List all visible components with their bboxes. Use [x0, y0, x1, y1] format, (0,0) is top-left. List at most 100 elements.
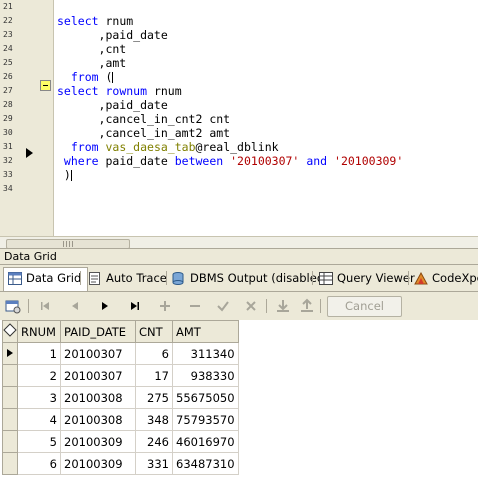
table-cell-amt[interactable]: 311340 [172, 342, 239, 365]
row-indicator[interactable] [2, 408, 18, 431]
post-edit-button[interactable] [214, 297, 232, 315]
row-indicator[interactable] [2, 342, 18, 365]
row-indicator[interactable] [2, 452, 18, 475]
table-cell-cnt[interactable]: 348 [135, 408, 173, 431]
table-cell-cnt[interactable]: 331 [135, 452, 173, 475]
tab-separator [408, 271, 409, 285]
table-cell-rnum[interactable]: 1 [17, 342, 61, 365]
code-line[interactable]: ,paid_date [57, 28, 168, 42]
table-cell-amt[interactable]: 63487310 [172, 452, 239, 475]
data-grid[interactable]: RNUM PAID_DATE CNT AMT 1 20100307 6 311340 2… [0, 320, 478, 485]
table-cell-paid-date[interactable]: 20100309 [60, 452, 136, 475]
code-line[interactable]: from ( [57, 70, 114, 84]
column-header-paid-date[interactable]: PAID_DATE [60, 320, 136, 343]
cancel-button[interactable]: Cancel [327, 296, 402, 317]
current-line-arrow-icon [26, 148, 33, 158]
tab-codexpert[interactable]: CodeXpert [410, 268, 478, 289]
code-token: from [57, 70, 99, 84]
column-header-cnt[interactable]: CNT [135, 320, 173, 343]
code-line[interactable]: where paid_date between '20100307' and '… [57, 154, 403, 168]
table-cell-rnum[interactable]: 2 [17, 364, 61, 387]
panel-title-bar: Data Grid [0, 248, 478, 265]
code-line[interactable]: ,cancel_in_cnt2 cnt [57, 112, 231, 126]
text-cursor [70, 170, 72, 181]
select-all-corner[interactable] [2, 320, 18, 343]
table-row[interactable]: 5 20100309 246 46016970 [2, 430, 239, 453]
first-record-button[interactable] [36, 297, 54, 315]
code-line[interactable]: ,cnt [57, 42, 127, 56]
table-row[interactable]: 2 20100307 17 938330 [2, 364, 239, 387]
table-cell-cnt[interactable]: 275 [135, 386, 173, 409]
last-record-icon [131, 302, 139, 310]
toolbar-separator [28, 299, 29, 313]
code-token: rownum [105, 84, 148, 98]
tab-label: Data Grid [26, 271, 82, 285]
table-row[interactable]: 1 20100307 6 311340 [2, 342, 239, 365]
table-cell-rnum[interactable]: 6 [17, 452, 61, 475]
line-number: 24 [3, 44, 13, 53]
import-button[interactable] [274, 297, 292, 315]
table-cell-rnum[interactable]: 5 [17, 430, 61, 453]
code-line[interactable]: ,amt [57, 56, 127, 70]
tab-dbms-output[interactable]: DBMS Output (disabled) [168, 268, 335, 289]
table-row[interactable]: 4 20100308 348 75793570 [2, 408, 239, 431]
row-indicator[interactable] [2, 364, 18, 387]
table-row[interactable]: 6 20100309 331 63487310 [2, 452, 239, 475]
cancel-edit-button[interactable] [242, 297, 260, 315]
code-line[interactable]: ,paid_date [57, 98, 168, 112]
tab-label: Auto Trace [106, 271, 167, 285]
table-cell-cnt[interactable]: 6 [135, 342, 173, 365]
fold-marker-icon[interactable] [40, 80, 51, 91]
grid-options-button[interactable] [4, 297, 22, 315]
table-cell-paid-date[interactable]: 20100309 [60, 430, 136, 453]
trace-icon [89, 272, 100, 285]
column-header-amt[interactable]: AMT [172, 320, 239, 343]
table-cell-amt[interactable]: 75793570 [172, 408, 239, 431]
line-number: 27 [3, 86, 13, 95]
last-record-button[interactable] [126, 297, 144, 315]
x-icon [246, 301, 256, 311]
results-table: RNUM PAID_DATE CNT AMT 1 20100307 6 311340 2… [2, 320, 239, 475]
header-row: RNUM PAID_DATE CNT AMT [2, 320, 239, 343]
row-indicator[interactable] [2, 386, 18, 409]
table-cell-amt[interactable]: 938330 [172, 364, 239, 387]
query-viewer-icon [319, 272, 333, 285]
line-number: 21 [3, 2, 13, 11]
column-header-rnum[interactable]: RNUM [17, 320, 61, 343]
line-number: 22 [3, 16, 13, 25]
table-cell-cnt[interactable]: 246 [135, 430, 173, 453]
next-record-button[interactable] [96, 297, 114, 315]
table-cell-paid-date[interactable]: 20100307 [60, 342, 136, 365]
export-button[interactable] [298, 297, 316, 315]
table-cell-rnum[interactable]: 3 [17, 386, 61, 409]
code-token: select [57, 14, 99, 28]
line-number: 32 [3, 156, 13, 165]
tab-query-viewer[interactable]: Query Viewer [315, 268, 421, 289]
table-cell-paid-date[interactable]: 20100308 [60, 408, 136, 431]
line-number: 29 [3, 114, 13, 123]
insert-record-button[interactable] [156, 297, 174, 315]
tab-auto-trace[interactable]: Auto Trace [84, 268, 173, 289]
sql-editor[interactable]: 21 22 23 24 25 26 27 28 29 30 31 32 33 34 select rnum… [0, 0, 478, 248]
row-indicator[interactable] [2, 430, 18, 453]
code-line[interactable]: select rnum [57, 14, 133, 28]
code-token: ,cnt [57, 42, 127, 56]
table-cell-amt[interactable]: 55675050 [172, 386, 239, 409]
table-row[interactable]: 3 20100308 275 55675050 [2, 386, 239, 409]
horizontal-scrollbar[interactable] [0, 236, 478, 248]
code-line[interactable]: ) [57, 168, 72, 182]
code-token: vas_daesa_tab [105, 140, 196, 154]
table-cell-paid-date[interactable]: 20100307 [60, 364, 136, 387]
code-line[interactable]: select rownum rnum [57, 84, 182, 98]
table-cell-cnt[interactable]: 17 [135, 364, 173, 387]
delete-record-button[interactable] [186, 297, 204, 315]
code-line[interactable]: from vas_daesa_tab@real_dblink [57, 140, 279, 154]
prior-record-button[interactable] [66, 297, 84, 315]
tab-data-grid[interactable]: Data Grid [3, 267, 89, 291]
current-row-arrow-icon [7, 348, 13, 357]
table-cell-paid-date[interactable]: 20100308 [60, 386, 136, 409]
table-cell-rnum[interactable]: 4 [17, 408, 61, 431]
table-cell-amt[interactable]: 46016970 [172, 430, 239, 453]
code-line[interactable]: ,cancel_in_amt2 amt [57, 126, 231, 140]
scrollbar-thumb[interactable] [6, 239, 130, 248]
